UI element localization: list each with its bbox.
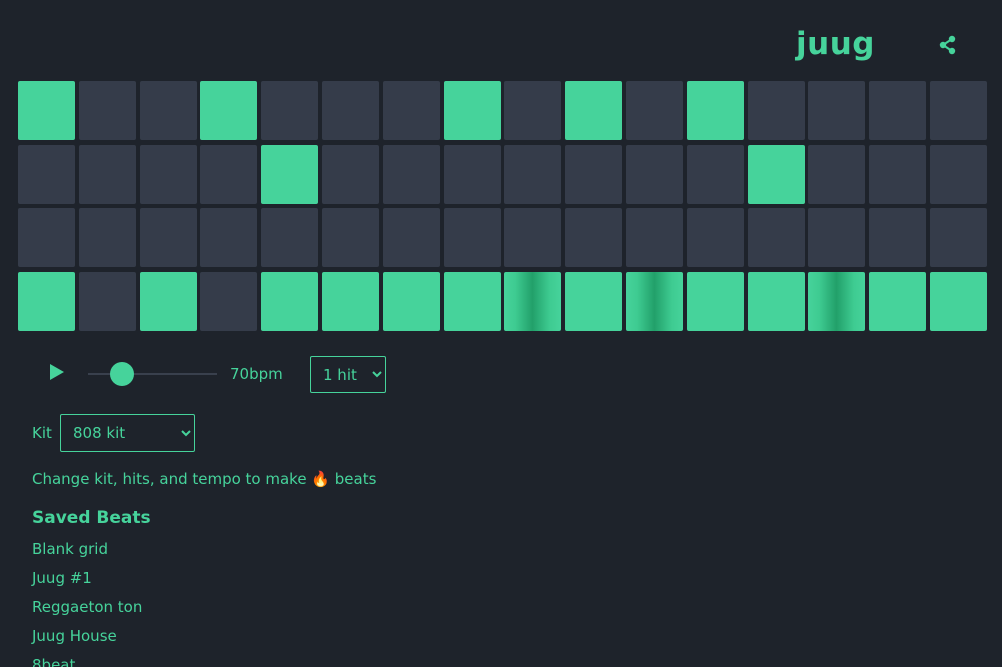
play-button[interactable] [46,362,66,382]
grid-cell[interactable] [686,208,744,268]
grid-cell[interactable] [686,81,744,140]
grid-cell[interactable] [443,144,501,204]
grid-cell[interactable] [808,81,866,140]
grid-cell[interactable] [808,144,866,204]
grid-cell[interactable] [18,271,75,331]
grid-cell[interactable] [78,144,136,204]
saved-beat-link[interactable]: Reggaeton ton [32,597,142,626]
beat-app: juug 70bpm 1 hit Kit 808 kit Change kit,… [0,0,1002,667]
grid-cell[interactable] [625,81,683,140]
saved-beat-link[interactable]: Juug House [32,626,142,655]
grid-cell[interactable] [625,271,683,331]
grid-cell[interactable] [929,271,987,331]
grid-cell[interactable] [869,144,927,204]
grid-cell[interactable] [565,208,623,268]
grid-cell[interactable] [747,271,805,331]
grid-cell[interactable] [565,271,623,331]
tempo-readout: 70bpm [230,365,283,383]
grid-cell[interactable] [139,144,197,204]
grid-cell[interactable] [261,81,319,140]
grid-cell[interactable] [686,144,744,204]
share-button[interactable] [937,34,959,56]
grid-cell[interactable] [869,81,927,140]
grid-cell[interactable] [18,81,75,140]
grid-cell[interactable] [443,81,501,140]
grid-cell[interactable] [869,271,927,331]
kit-label: Kit [32,424,52,442]
grid-cell[interactable] [261,208,319,268]
grid-cell[interactable] [382,144,440,204]
kit-select[interactable]: 808 kit [60,414,195,452]
saved-beat-link[interactable]: 8beat [32,655,142,667]
saved-beats-heading: Saved Beats [32,508,151,528]
grid-cell[interactable] [321,208,379,268]
grid-cell[interactable] [200,144,258,204]
grid-cell[interactable] [929,144,987,204]
grid-cell[interactable] [78,208,136,268]
grid-cell[interactable] [686,271,744,331]
grid-cell[interactable] [200,81,258,140]
grid-cell[interactable] [78,271,136,331]
grid-cell[interactable] [747,208,805,268]
grid-cell[interactable] [139,208,197,268]
grid-cell[interactable] [747,81,805,140]
grid-cell[interactable] [18,144,75,204]
grid-cell[interactable] [869,208,927,268]
grid-cell[interactable] [929,208,987,268]
tempo-slider-track[interactable] [88,373,217,375]
grid-cell[interactable] [625,208,683,268]
grid-cell[interactable] [18,208,75,268]
grid-cell[interactable] [382,271,440,331]
grid-cell[interactable] [200,208,258,268]
grid-cell[interactable] [321,271,379,331]
grid-cell[interactable] [200,271,258,331]
saved-beat-link[interactable]: Blank grid [32,539,142,568]
hint-text: Change kit, hits, and tempo to make 🔥 be… [32,470,377,488]
hits-select[interactable]: 1 hit [310,356,386,393]
grid-cell[interactable] [443,208,501,268]
grid-cell[interactable] [321,81,379,140]
grid-cell[interactable] [747,144,805,204]
grid-cell[interactable] [929,81,987,140]
grid-cell[interactable] [504,208,562,268]
grid-cell[interactable] [78,81,136,140]
grid-cell[interactable] [565,144,623,204]
grid-cell[interactable] [504,81,562,140]
share-icon [939,35,956,55]
play-icon [50,364,64,380]
grid-cell[interactable] [625,144,683,204]
tempo-slider-thumb[interactable] [110,362,134,386]
saved-beats-list: Blank grid Juug #1 Reggaeton ton Juug House… [32,539,142,667]
grid-cell[interactable] [139,271,197,331]
grid-cell[interactable] [808,271,866,331]
app-title: juug [796,26,875,62]
grid-cell[interactable] [321,144,379,204]
grid-cell[interactable] [139,81,197,140]
grid-cell[interactable] [382,81,440,140]
grid-cell[interactable] [504,144,562,204]
grid-cell[interactable] [443,271,501,331]
saved-beat-link[interactable]: Juug #1 [32,568,142,597]
step-sequencer-grid [18,81,987,331]
grid-cell[interactable] [504,271,562,331]
transport-controls: 70bpm 1 hit [0,352,1002,396]
grid-cell[interactable] [261,271,319,331]
grid-cell[interactable] [382,208,440,268]
grid-cell[interactable] [565,81,623,140]
grid-cell[interactable] [261,144,319,204]
grid-cell[interactable] [808,208,866,268]
